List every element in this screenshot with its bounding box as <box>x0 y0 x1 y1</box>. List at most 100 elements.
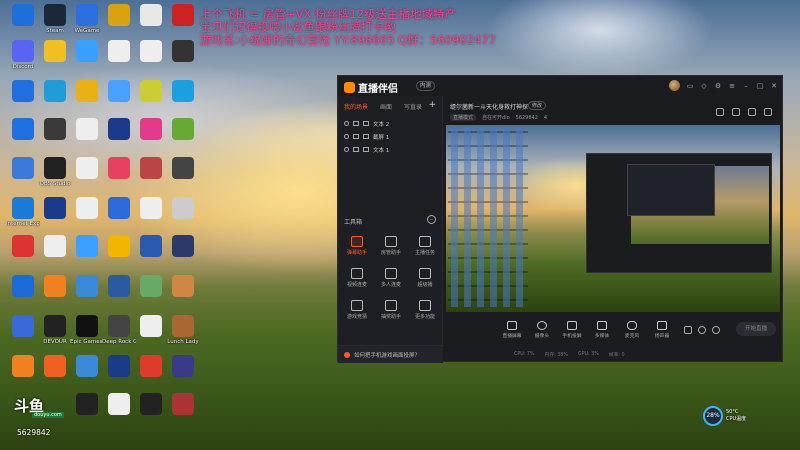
desktop-icon[interactable] <box>102 157 136 181</box>
settings-icon[interactable]: ⚙ <box>714 82 722 90</box>
visibility-icon[interactable] <box>344 134 349 139</box>
desktop-icon[interactable] <box>70 157 104 181</box>
source-item[interactable]: 文本 2 <box>344 117 436 130</box>
phone-cast-button[interactable]: 手机投屏 <box>558 321 586 339</box>
minimize-icon[interactable]: – <box>742 82 750 90</box>
edit-room-title-button[interactable]: 修改 <box>528 101 547 110</box>
speaker-button[interactable]: 扬声器 <box>648 321 676 339</box>
screen-capture-button[interactable]: 直播屏幕 <box>498 321 526 339</box>
desktop-icon[interactable] <box>166 157 200 181</box>
desktop-icon[interactable] <box>38 235 72 259</box>
close-icon[interactable]: ✕ <box>770 82 778 90</box>
desktop-icon[interactable] <box>6 275 40 299</box>
desktop-icon[interactable] <box>166 235 200 259</box>
desktop-icon[interactable] <box>70 118 104 142</box>
tool-video-link[interactable]: 视频连麦 <box>342 268 372 288</box>
microphone-button[interactable]: 麦克风 <box>618 321 646 339</box>
desktop-icon[interactable] <box>70 275 104 299</box>
desktop-icon[interactable]: DEVOUR <box>38 315 72 346</box>
desktop-icon[interactable]: Epic Games Launcher <box>70 315 104 346</box>
add-scene-icon[interactable]: + <box>428 100 436 110</box>
desktop-icon[interactable] <box>102 40 136 64</box>
desktop-icon[interactable] <box>166 393 200 417</box>
lock-icon[interactable] <box>353 134 359 139</box>
desktop-icon[interactable] <box>6 315 40 339</box>
desktop-icon[interactable] <box>70 393 104 417</box>
gift-icon[interactable]: ◇ <box>700 82 708 90</box>
room-title[interactable]: 缇尔菌新一斗天化身救打神探 <box>450 102 528 111</box>
maximize-icon[interactable]: □ <box>756 82 764 90</box>
desktop-icon[interactable] <box>102 197 136 221</box>
source-item[interactable]: 文本 1 <box>344 143 436 156</box>
tool-more[interactable]: 更多功能 <box>410 300 440 320</box>
desktop-icon[interactable]: Discord <box>6 40 40 71</box>
tab-my-scene[interactable]: 我的场景 <box>344 102 368 111</box>
desktop-icon[interactable] <box>166 80 200 104</box>
message-icon[interactable]: ▭ <box>686 82 694 90</box>
desktop-icon[interactable] <box>70 80 104 104</box>
desktop-icon[interactable]: Lunch Lady <box>166 315 200 346</box>
desktop-icon[interactable] <box>102 355 136 379</box>
desktop-icon[interactable] <box>70 40 104 64</box>
lock-icon[interactable] <box>353 147 359 152</box>
tool-danmaku-helper[interactable]: 弹幕助手 <box>342 236 372 256</box>
desktop-icon[interactable] <box>134 315 168 339</box>
stream-mode[interactable]: 直播模式 <box>450 114 477 121</box>
desktop-icon[interactable] <box>38 355 72 379</box>
desktop-icon[interactable] <box>102 393 136 417</box>
tab-record[interactable]: 写直录 <box>404 102 422 111</box>
tab-picture[interactable]: 画面 <box>380 102 392 111</box>
tool-game-guess[interactable]: 游戏竞猜 <box>342 300 372 320</box>
desktop-icon[interactable] <box>166 355 200 379</box>
toolbox-collapse-icon[interactable]: – <box>427 215 436 224</box>
camera-button[interactable]: 摄像头 <box>528 321 556 339</box>
desktop-icon[interactable] <box>38 197 72 221</box>
desktop-icon[interactable] <box>38 275 72 299</box>
desktop-icon[interactable] <box>6 4 40 28</box>
desktop-icon[interactable] <box>6 80 40 104</box>
cpu-temperature-widget[interactable]: 28% 50°C CPU温度 <box>703 406 755 426</box>
desktop-icon[interactable] <box>166 4 200 28</box>
desktop-icon[interactable] <box>134 40 168 64</box>
app-titlebar[interactable]: 直播伴侣 内测 ▭ ◇ ⚙ ≡ – □ ✕ <box>338 76 782 96</box>
lock-icon[interactable] <box>353 121 359 126</box>
desktop-icon[interactable] <box>70 197 104 221</box>
desktop-icon[interactable] <box>134 355 168 379</box>
desktop-icon[interactable] <box>134 235 168 259</box>
desktop-icon[interactable] <box>38 118 72 142</box>
desktop-icon[interactable] <box>102 235 136 259</box>
share-icon[interactable] <box>764 108 772 116</box>
desktop-icon[interactable] <box>134 80 168 104</box>
desktop-icon[interactable]: OBS Studio <box>38 157 72 188</box>
desktop-icon[interactable] <box>134 118 168 142</box>
settings-gear-icon[interactable] <box>712 326 720 334</box>
desktop-icon[interactable] <box>134 157 168 181</box>
source-item[interactable]: 截屏 1 <box>344 130 436 143</box>
lock-layout-icon[interactable] <box>732 108 740 116</box>
desktop-icon[interactable] <box>102 118 136 142</box>
tool-multi-link[interactable]: 多人连麦 <box>376 268 406 288</box>
desktop-icon[interactable] <box>166 275 200 299</box>
start-stream-button[interactable]: 开始直播 <box>736 322 776 336</box>
desktop-icon[interactable] <box>70 355 104 379</box>
tool-lottery[interactable]: 抽奖助手 <box>376 300 406 320</box>
visibility-icon[interactable] <box>344 121 349 126</box>
user-avatar[interactable] <box>669 80 680 91</box>
menu-icon[interactable]: ≡ <box>728 82 736 90</box>
desktop-icon[interactable]: WeGame <box>70 4 104 35</box>
desktop-icon[interactable] <box>166 118 200 142</box>
desktop-icon[interactable] <box>6 157 40 181</box>
timer-icon[interactable] <box>698 326 706 334</box>
desktop-icon[interactable] <box>102 4 136 28</box>
tool-host-tasks[interactable]: 主播任务 <box>410 236 440 256</box>
desktop-icon[interactable] <box>6 355 40 379</box>
desktop-icon[interactable] <box>70 235 104 259</box>
desktop-icon[interactable] <box>134 4 168 28</box>
desktop-icon[interactable] <box>102 80 136 104</box>
visibility-icon[interactable] <box>344 147 349 152</box>
desktop-icon[interactable] <box>102 275 136 299</box>
desktop-icon[interactable] <box>134 275 168 299</box>
desktop-icon[interactable] <box>6 118 40 142</box>
desktop-icon[interactable] <box>166 197 200 221</box>
help-notice[interactable]: 如何把手机游戏画面投屏？ <box>338 345 443 363</box>
